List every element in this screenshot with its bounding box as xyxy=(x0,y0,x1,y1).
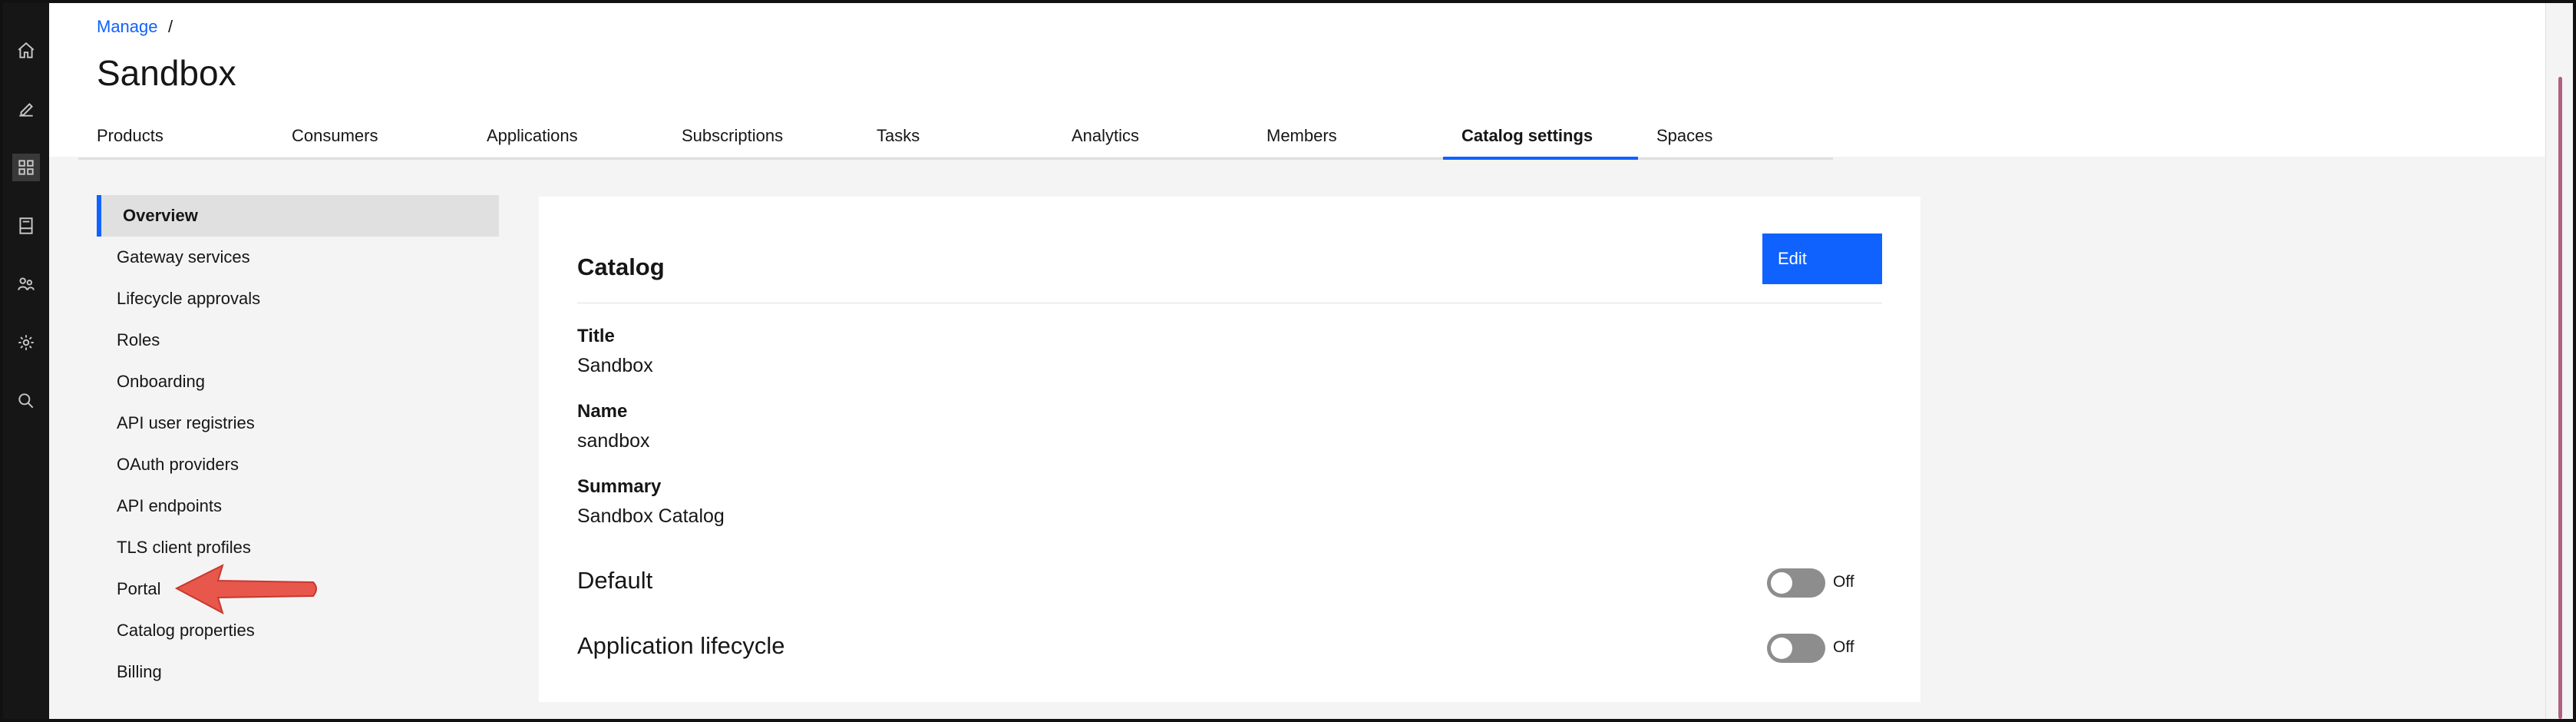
page-header: Manage / Sandbox Products Consumers Appl… xyxy=(49,3,2545,160)
card-title: Catalog xyxy=(577,253,665,280)
name-field-label: Name xyxy=(577,401,628,422)
breadcrumb-separator: / xyxy=(168,17,173,36)
application-lifecycle-toggle[interactable] xyxy=(1767,634,1825,663)
settings-icon[interactable] xyxy=(12,329,40,356)
sidenav-item-oauth-providers[interactable]: OAuth providers xyxy=(97,444,499,485)
edit-icon[interactable] xyxy=(12,95,40,123)
home-icon[interactable] xyxy=(12,37,40,65)
edit-button[interactable]: Edit xyxy=(1762,233,1882,284)
title-field-label: Title xyxy=(577,326,615,346)
tab-analytics[interactable]: Analytics xyxy=(1053,118,1248,160)
summary-field-label: Summary xyxy=(577,476,662,497)
sidenav-item-gateway-services[interactable]: Gateway services xyxy=(97,237,499,278)
default-toggle-label: Default xyxy=(577,567,653,594)
members-icon[interactable] xyxy=(12,270,40,298)
tab-catalog-settings[interactable]: Catalog settings xyxy=(1443,118,1638,160)
annotation-arrow-icon xyxy=(174,564,317,615)
tab-applications[interactable]: Applications xyxy=(468,118,663,160)
tab-bar: Products Consumers Applications Subscrip… xyxy=(78,118,1833,160)
sidenav-item-billing[interactable]: Billing xyxy=(97,651,499,693)
tab-spaces[interactable]: Spaces xyxy=(1638,118,1833,160)
dashboard-icon[interactable] xyxy=(12,154,40,181)
sidenav-item-onboarding[interactable]: Onboarding xyxy=(97,361,499,402)
catalog-card: Catalog Edit Title Sandbox Name sandbox … xyxy=(539,197,1920,702)
sidenav-item-roles[interactable]: Roles xyxy=(97,320,499,361)
application-lifecycle-toggle-state: Off xyxy=(1833,638,1854,656)
breadcrumb-manage-link[interactable]: Manage xyxy=(97,17,158,37)
toggle-knob xyxy=(1771,638,1792,659)
sidenav-item-overview[interactable]: Overview xyxy=(97,195,499,237)
tab-consumers[interactable]: Consumers xyxy=(273,118,468,160)
left-icon-rail xyxy=(3,3,49,719)
tab-tasks[interactable]: Tasks xyxy=(858,118,1053,160)
default-toggle[interactable] xyxy=(1767,568,1825,598)
sidenav-item-api-endpoints[interactable]: API endpoints xyxy=(97,485,499,527)
search-icon[interactable] xyxy=(12,387,40,415)
scrollbar-thumb[interactable] xyxy=(2558,77,2562,719)
scrollbar[interactable] xyxy=(2545,3,2573,719)
application-lifecycle-toggle-label: Application lifecycle xyxy=(577,632,785,659)
tab-products[interactable]: Products xyxy=(78,118,273,160)
summary-field-value: Sandbox Catalog xyxy=(577,505,725,527)
sidenav-item-api-user-registries[interactable]: API user registries xyxy=(97,402,499,444)
title-field-value: Sandbox xyxy=(577,355,653,376)
catalog-icon[interactable] xyxy=(12,212,40,240)
default-toggle-state: Off xyxy=(1833,573,1854,591)
tab-members[interactable]: Members xyxy=(1248,118,1443,160)
tab-subscriptions[interactable]: Subscriptions xyxy=(663,118,858,160)
sidenav-item-lifecycle-approvals[interactable]: Lifecycle approvals xyxy=(97,278,499,320)
name-field-value: sandbox xyxy=(577,430,650,452)
toggle-knob xyxy=(1771,572,1792,594)
page-title: Sandbox xyxy=(97,53,236,93)
